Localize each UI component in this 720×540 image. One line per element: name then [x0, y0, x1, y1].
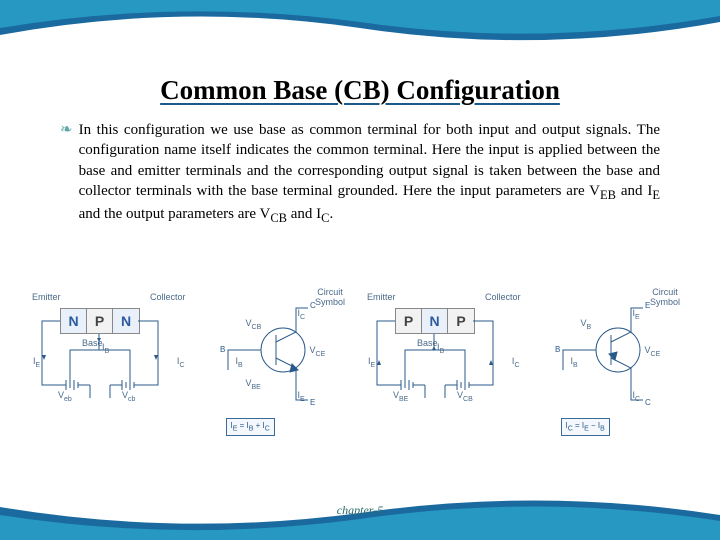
ic-sym-p: IC	[633, 390, 641, 403]
vcb-label-p: VCB	[457, 390, 473, 403]
svg-text:C: C	[645, 398, 651, 407]
svg-text:C: C	[310, 301, 316, 310]
veb-label: Veb	[58, 390, 72, 403]
ie-label: IE	[33, 356, 40, 369]
ic-label-p: IC	[512, 356, 520, 369]
pnp-wires	[365, 290, 525, 440]
npn-equation: IE = IB + IC	[226, 418, 275, 436]
slide-title: Common Base (CB) Configuration	[60, 75, 660, 106]
ic-label: IC	[177, 356, 185, 369]
ib-label-p: IB	[437, 342, 444, 355]
vcb-label: Vcb	[122, 390, 135, 403]
svg-text:B: B	[220, 345, 225, 354]
slide-content: Common Base (CB) Configuration ❧ In this…	[60, 75, 660, 227]
ib-sym-p: IB	[571, 356, 578, 369]
vbe-sym: VBE	[246, 378, 261, 391]
wave-decoration-top	[0, 0, 720, 70]
svg-text:B: B	[555, 345, 560, 354]
body-paragraph: In this configuration we use base as com…	[79, 120, 660, 227]
pnp-equation: IC = IE − IB	[561, 418, 610, 436]
footer-chapter: chapter-5	[0, 503, 720, 518]
vbe-label-p: VBE	[393, 390, 408, 403]
npn-wires	[30, 290, 190, 440]
npn-block-diagram: Emitter Collector N P N Base	[30, 290, 188, 475]
npn-circuit-symbol: CircuitSymbol C E B VCB VCE VBE IC IE IB…	[198, 290, 356, 475]
pnp-block-diagram: Emitter Collector P N P Base	[365, 290, 523, 475]
ib-label: IB	[102, 342, 109, 355]
ie-sym: IE	[298, 390, 305, 403]
vbe-sym-p: VB	[581, 318, 592, 331]
svg-text:E: E	[645, 301, 650, 310]
vcb-sym: VCB	[246, 318, 262, 331]
diagram-row: Emitter Collector N P N Base	[30, 290, 690, 475]
pnp-circuit-symbol: CircuitSymbol E C B VB VCE IE IC IB IC =…	[533, 290, 691, 475]
vce-sym-p: VCE	[645, 345, 661, 358]
svg-text:E: E	[310, 398, 315, 407]
vce-sym: VCE	[310, 345, 326, 358]
ie-label-p: IE	[368, 356, 375, 369]
ib-sym: IB	[236, 356, 243, 369]
ic-sym: IC	[298, 308, 306, 321]
bullet-icon: ❧	[60, 120, 73, 141]
ie-sym-p: IE	[633, 308, 640, 321]
